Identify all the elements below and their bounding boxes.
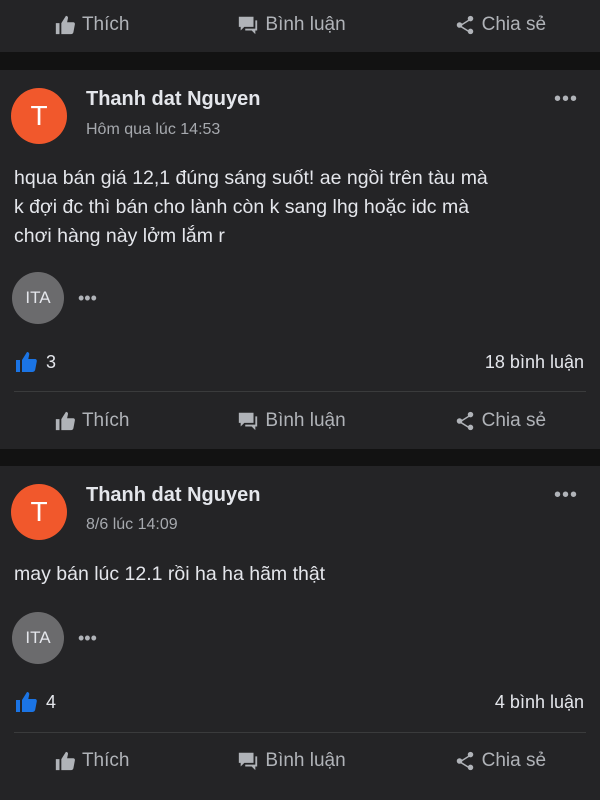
post-card: T Thanh dat Nguyen Hôm qua lúc 14:53 •••… [0,70,600,449]
comment-icon [239,752,258,771]
post-body-line: k đợi đc thì bán cho lành còn k sang lhg… [14,196,470,218]
like-count[interactable]: 4 [14,690,56,714]
post-body-line: hqua bán giá 12,1 đúng sáng suốt! ae ngồ… [14,167,488,189]
share-icon [456,15,473,35]
like-button[interactable]: Thích [54,14,130,36]
like-count-value: 3 [46,351,57,372]
share-label: Chia sẻ [481,410,547,431]
post-body: hqua bán giá 12,1 đúng sáng suốt! ae ngồ… [14,164,586,251]
share-button[interactable]: Chia sẻ [454,750,546,772]
thumbs-up-icon [55,751,75,771]
comment-icon [239,412,258,431]
post-actions: Thích Bình luận Chia sẻ [0,396,600,446]
like-label: Thích [81,410,130,431]
like-count-value: 4 [46,691,57,712]
comment-label: Bình luận [265,410,346,431]
share-button[interactable]: Chia sẻ [454,410,546,432]
post-time[interactable]: 8/6 lúc 14:09 [86,516,178,534]
divider [14,391,586,392]
comment-button[interactable]: Bình luận [237,750,346,772]
reply-more-icon[interactable]: ••• [78,288,97,309]
share-icon [456,751,473,771]
post-time[interactable]: Hôm qua lúc 14:53 [86,121,220,139]
post-actions: Thích Bình luận Chia sẻ [0,736,600,786]
share-label: Chia sẻ [481,750,547,771]
like-label: Thích [81,750,130,771]
more-options-icon[interactable]: ••• [554,484,578,507]
like-button[interactable]: Thích [54,410,130,432]
post-card: T Thanh dat Nguyen 8/6 lúc 14:09 ••• may… [0,466,600,800]
like-label: Thích [81,14,130,35]
post-body-line: chơi hàng này lởm lắm r [14,225,225,247]
author-name[interactable]: Thanh dat Nguyen [86,88,260,111]
reply-more-icon[interactable]: ••• [78,628,97,649]
avatar-letter: T [30,100,48,131]
thumbs-up-icon [55,15,75,35]
like-button[interactable]: Thích [54,750,130,772]
thumbs-up-filled-icon [16,352,37,372]
comment-label: Bình luận [265,750,346,771]
previous-post-card: Thích Bình luận Chia sẻ [0,0,600,52]
comment-button[interactable]: Bình luận [237,410,346,432]
share-icon [456,411,473,431]
comment-icon [239,16,258,35]
reply-avatar[interactable]: ITA [12,612,64,664]
post-body: may bán lúc 12.1 rồi ha ha hãm thật [14,560,586,589]
reply-avatar-text: ITA [25,288,51,307]
more-options-icon[interactable]: ••• [554,88,578,111]
previous-post-actions: Thích Bình luận Chia sẻ [0,0,600,50]
author-avatar[interactable]: T [11,484,67,540]
reply-avatar-text: ITA [25,628,51,647]
reply-avatar[interactable]: ITA [12,272,64,324]
post-body-line: may bán lúc 12.1 rồi ha ha hãm thật [14,563,326,585]
comment-count[interactable]: 4 bình luận [495,692,584,713]
divider [14,732,586,733]
thumbs-up-filled-icon [16,692,37,712]
avatar-letter: T [30,496,48,527]
share-label: Chia sẻ [481,14,547,35]
comment-count[interactable]: 18 bình luận [485,352,584,373]
author-avatar[interactable]: T [11,88,67,144]
like-count[interactable]: 3 [14,350,56,374]
comment-button[interactable]: Bình luận [237,14,346,36]
share-button[interactable]: Chia sẻ [454,14,546,36]
author-name[interactable]: Thanh dat Nguyen [86,484,260,507]
comment-label: Bình luận [265,14,346,35]
thumbs-up-icon [55,411,75,431]
